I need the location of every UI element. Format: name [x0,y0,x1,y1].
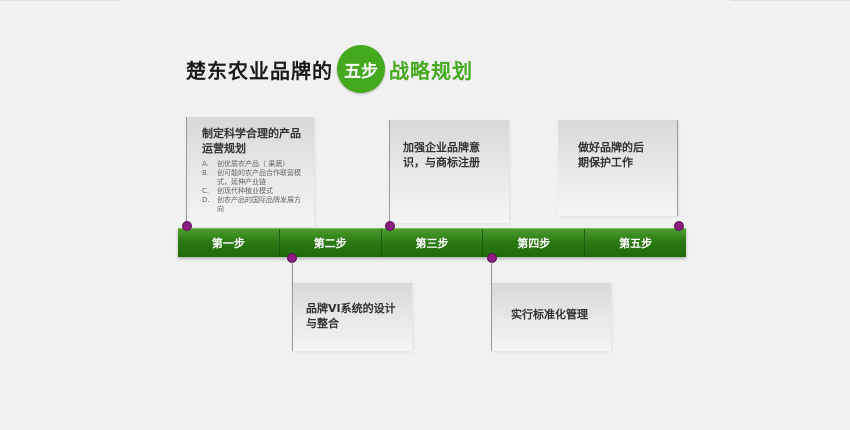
connector-dot-step-1 [182,221,192,231]
timeline-step-2: 第二步 [280,229,382,257]
top-edge-left [0,0,120,1]
list-item: C. 创现代种植业模式 [202,187,273,195]
timeline-step-4: 第四步 [483,229,586,257]
card-step-1: 制定科学合理的产品运营规划 A. 创优质农产品（ 果蔬） B. 创可能的农产品合作联… [186,117,314,227]
connector-line-step-2 [292,262,293,284]
title-highlight-circle: 五步 [337,45,385,93]
page-title: 楚东农业品牌的 五步 战略规划 [186,45,473,93]
timeline-step-1: 第一步 [178,229,280,257]
title-prefix: 楚东农业品牌的 [186,58,333,83]
card-step-1-heading: 制定科学合理的产品运营规划 [202,127,301,155]
top-edge-right [730,0,850,1]
list-item: D. 创农产品的国际品牌发展方向 [202,196,301,213]
card-step-2: 品牌VI系统的设计与整合 [292,283,412,351]
connector-dot-step-3 [385,221,395,231]
card-step-3-heading: 加强企业品牌意识，与商标注册 [403,141,480,169]
title-suffix: 战略规划 [389,58,473,83]
connector-dot-step-4 [487,253,497,263]
list-item: B. 创可能的农产品合作联营模式，延伸产业链 [202,169,301,186]
card-step-5: 做好品牌的后期保护工作 [558,120,678,216]
connector-dot-step-5 [674,221,684,231]
card-step-4: 实行标准化管理 [491,283,611,351]
card-step-3: 加强企业品牌意识，与商标注册 [389,120,509,223]
timeline-step-5: 第五步 [619,237,653,250]
list-item: A. 创优质农产品（ 果蔬） [202,160,290,168]
timeline-bar: 第一步 第二步 第三步 第四步 第五步 [178,228,686,257]
card-step-5-heading: 做好品牌的后期保护工作 [578,141,644,169]
card-step-1-list: A. 创优质农产品（ 果蔬） B. 创可能的农产品合作联营模式，延伸产业链 C. 创现… [202,160,306,214]
card-step-4-heading: 实行标准化管理 [511,308,588,321]
connector-line-step-4 [491,262,492,284]
timeline-step-3: 第三步 [382,229,484,257]
card-step-2-heading: 品牌VI系统的设计与整合 [306,302,396,330]
